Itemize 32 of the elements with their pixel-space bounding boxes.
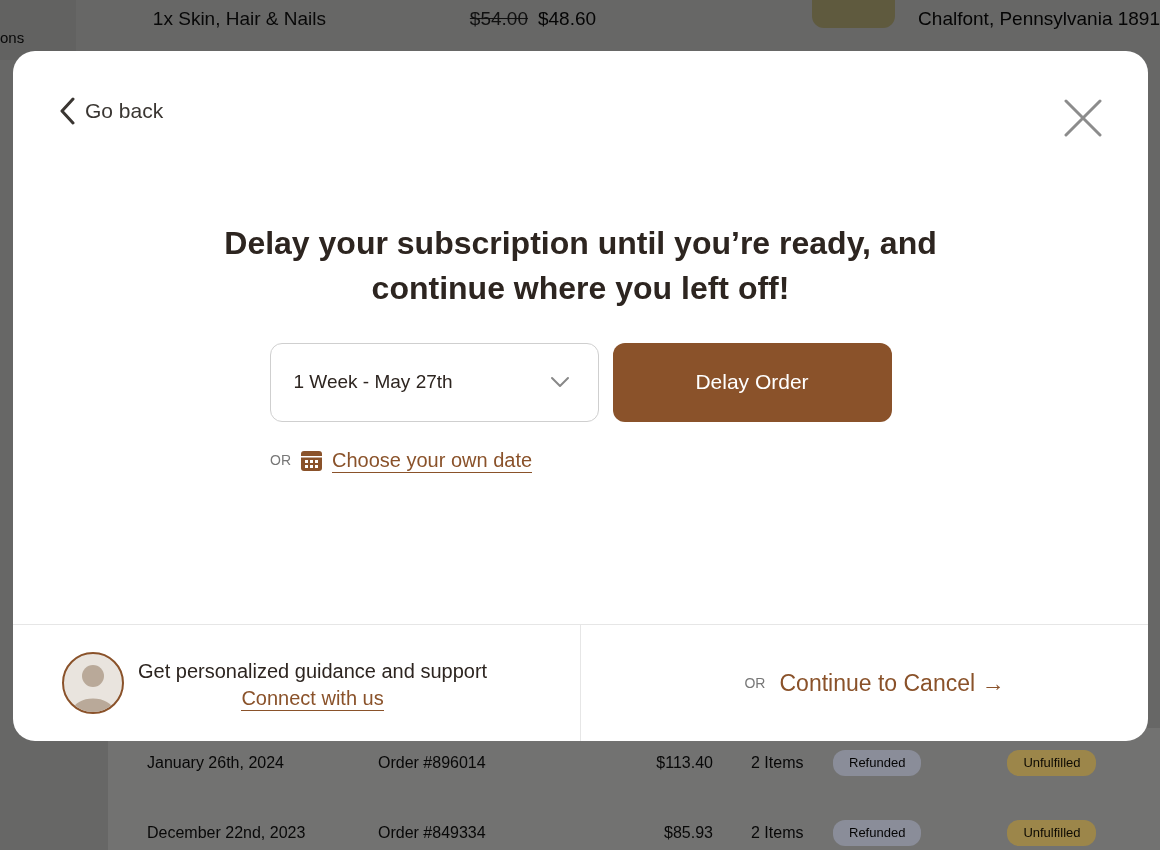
fulfillment-status-badge: Unfulfilled xyxy=(1007,820,1097,846)
or-label: OR xyxy=(744,673,766,693)
partial-label: ons xyxy=(0,29,25,46)
item-count: 2 Items xyxy=(751,754,804,771)
product-name: 1x Skin, Hair & Nails xyxy=(152,7,328,31)
support-text: Get personalized guidance and support xyxy=(138,658,488,684)
order-link[interactable]: Order #849334 xyxy=(378,824,486,841)
delay-order-button[interactable]: Delay Order xyxy=(612,342,892,422)
close-icon xyxy=(1064,99,1102,137)
delay-dropdown[interactable]: 1 Week - May 27th xyxy=(269,342,599,422)
order-date: December 22nd, 2023 xyxy=(147,824,306,841)
choose-date-link[interactable]: Choose your own date xyxy=(332,447,533,473)
dialog-title: Delay your subscription until you’re ready, and continue where you left off! xyxy=(223,224,938,308)
or-label: OR xyxy=(270,450,291,470)
order-link[interactable]: Order #896014 xyxy=(378,754,486,771)
continue-to-cancel-link[interactable]: Continue to Cancel → xyxy=(779,665,1005,701)
item-count: 2 Items xyxy=(751,824,804,841)
order-total: $85.93 xyxy=(664,824,713,841)
order-date: January 26th, 2024 xyxy=(147,754,284,771)
chevron-down-icon xyxy=(549,376,570,389)
chevron-left-icon xyxy=(59,96,75,125)
sale-price: $48.60 xyxy=(538,7,597,31)
order-total: $113.40 xyxy=(656,754,713,771)
connect-link[interactable]: Connect with us xyxy=(241,685,384,711)
fulfillment-status-badge: Unfulfilled xyxy=(1007,750,1097,776)
back-button[interactable]: Go back xyxy=(59,95,164,127)
address-text: Chalfont, Pennsylvania 1891 xyxy=(918,7,1160,31)
payment-status-badge: Refunded xyxy=(833,750,922,776)
close-button[interactable] xyxy=(1064,99,1102,137)
calendar-icon xyxy=(301,449,322,471)
payment-status-badge: Refunded xyxy=(833,820,922,846)
original-price: $54.00 xyxy=(469,7,528,31)
